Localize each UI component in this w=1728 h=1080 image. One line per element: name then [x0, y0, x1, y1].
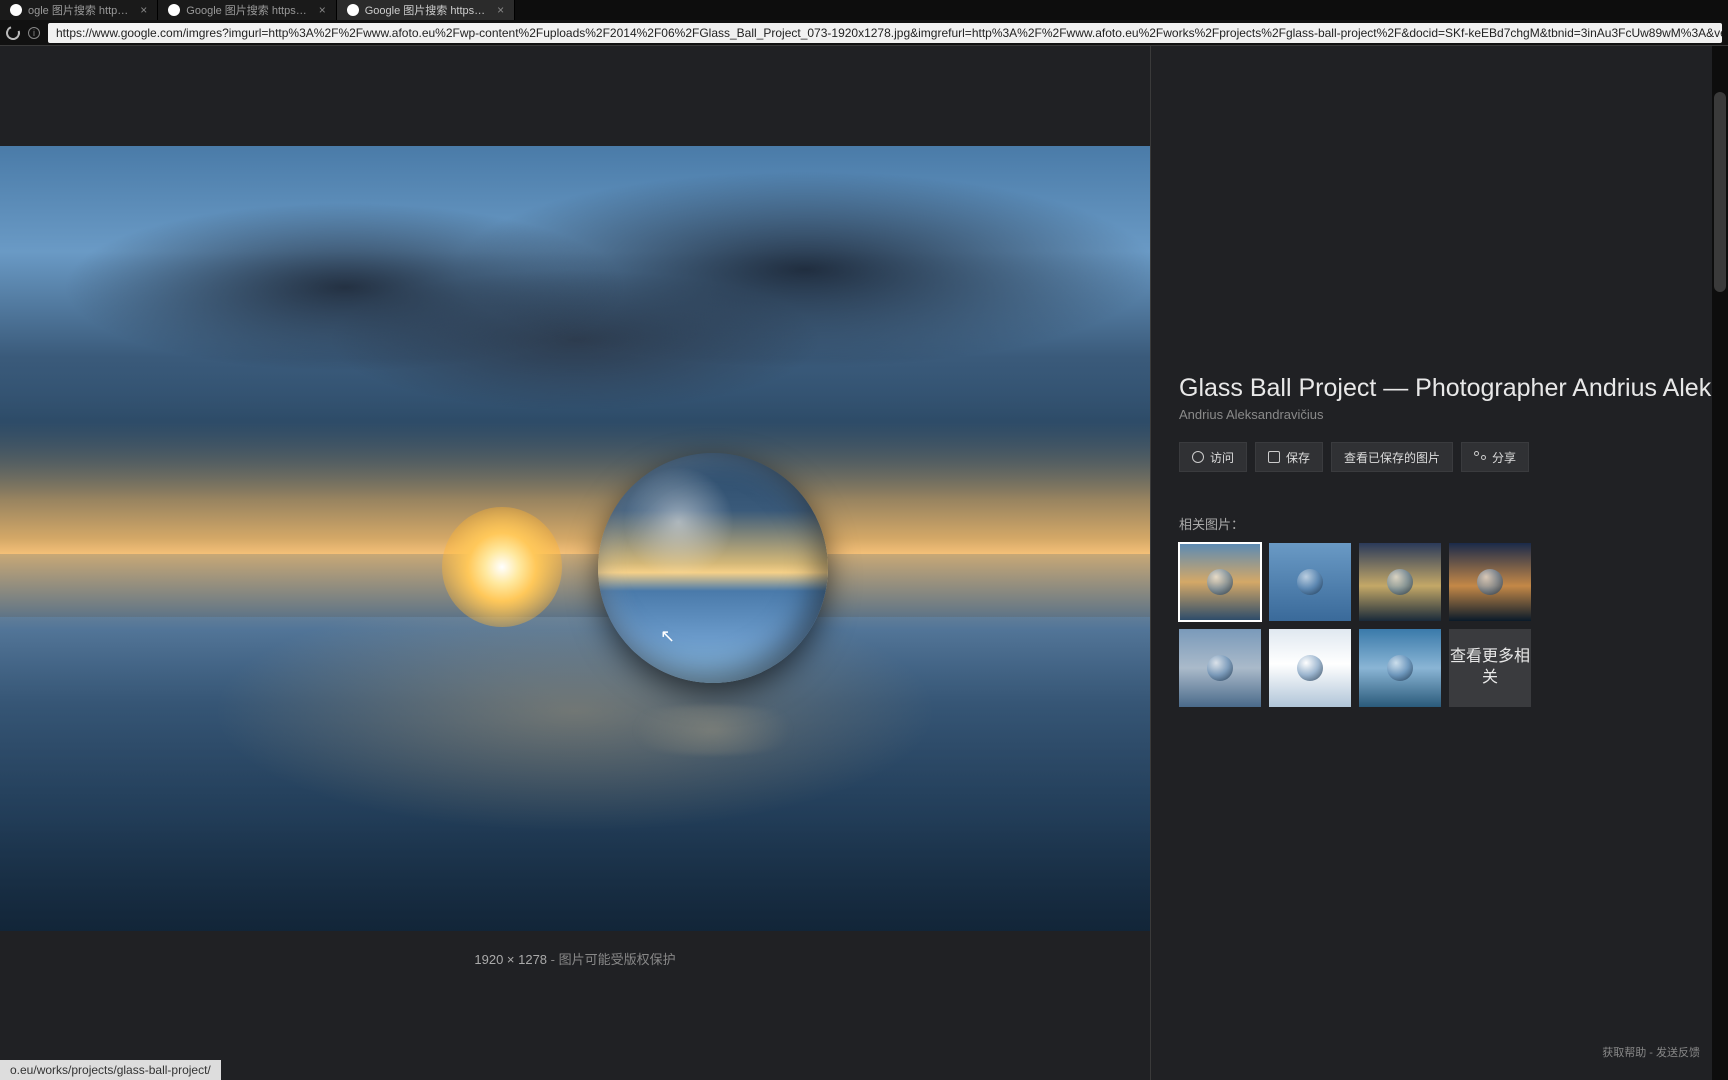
share-label: 分享	[1492, 449, 1516, 466]
close-icon[interactable]: ×	[140, 3, 147, 17]
image-detail-pane: Glass Ball Project — Photographer Andriu…	[1151, 46, 1728, 1080]
favicon-icon	[168, 4, 180, 16]
related-thumb[interactable]	[1179, 543, 1261, 621]
action-bar: 访问 保存 查看已保存的图片 分享	[1179, 442, 1728, 472]
view-more-related[interactable]: 查看更多相关	[1449, 629, 1531, 707]
browser-tab-active[interactable]: Google 图片搜索 https… ×	[337, 0, 515, 20]
tab-title: Google 图片搜索 https…	[186, 2, 306, 18]
view-saved-label: 查看已保存的图片	[1344, 449, 1440, 466]
share-icon	[1474, 451, 1486, 463]
image-caption: 1920 × 1278 - 图片可能受版权保护	[474, 949, 675, 968]
bookmark-icon	[1268, 451, 1280, 463]
favicon-icon	[10, 4, 22, 16]
browser-tab[interactable]: Google 图片搜索 https… ×	[158, 0, 336, 20]
feedback-link[interactable]: 发送反馈	[1656, 1047, 1700, 1059]
save-button[interactable]: 保存	[1255, 442, 1323, 472]
address-bar: i https://www.google.com/imgres?imgurl=h…	[0, 20, 1728, 46]
related-thumb[interactable]	[1179, 629, 1261, 707]
image-title: Glass Ball Project — Photographer Andriu…	[1179, 374, 1728, 403]
visit-label: 访问	[1210, 449, 1234, 466]
image-sun	[442, 507, 562, 627]
share-button[interactable]: 分享	[1461, 442, 1529, 472]
copyright-notice: 图片可能受版权保护	[559, 952, 676, 967]
view-saved-button[interactable]: 查看已保存的图片	[1331, 442, 1453, 472]
related-thumbnails: 查看更多相关	[1179, 543, 1728, 707]
globe-icon	[1192, 451, 1204, 463]
related-thumb[interactable]	[1359, 543, 1441, 621]
related-header: 相关图片：	[1179, 514, 1728, 533]
url-text: https://www.google.com/imgres?imgurl=htt…	[56, 26, 1722, 40]
favicon-icon	[347, 4, 359, 16]
visit-button[interactable]: 访问	[1179, 442, 1247, 472]
image-glass-ball	[598, 453, 828, 683]
page-content: ↖ 1920 × 1278 - 图片可能受版权保护 Glass Ball Pro…	[0, 46, 1728, 1080]
image-ball-reflection	[613, 705, 813, 755]
view-more-label: 查看更多相关	[1449, 647, 1531, 689]
related-thumb[interactable]	[1359, 629, 1441, 707]
status-text: o.eu/works/projects/glass-ball-project/	[10, 1063, 211, 1077]
browser-tab[interactable]: ogle 图片搜索 http… ×	[0, 0, 158, 20]
footer-links: 获取帮助 - 发送反馈	[1602, 1044, 1700, 1060]
site-info-icon[interactable]: i	[28, 27, 40, 39]
status-bar: o.eu/works/projects/glass-ball-project/	[0, 1060, 221, 1080]
url-input[interactable]: https://www.google.com/imgres?imgurl=htt…	[48, 23, 1722, 43]
image-source[interactable]: Andrius Aleksandravičius	[1179, 407, 1728, 422]
related-thumb[interactable]	[1449, 543, 1531, 621]
close-icon[interactable]: ×	[319, 3, 326, 17]
image-viewer-pane: ↖ 1920 × 1278 - 图片可能受版权保护	[0, 46, 1151, 1080]
image-reflection	[0, 617, 1150, 931]
main-image[interactable]: ↖	[0, 146, 1150, 931]
browser-tab-strip: ogle 图片搜索 http… × Google 图片搜索 https… × G…	[0, 0, 1728, 20]
tab-title: ogle 图片搜索 http…	[28, 2, 128, 18]
save-label: 保存	[1286, 449, 1310, 466]
close-icon[interactable]: ×	[497, 3, 504, 17]
scrollbar-thumb[interactable]	[1714, 92, 1726, 292]
image-sky	[0, 146, 1150, 499]
image-dimensions: 1920 × 1278	[474, 952, 547, 967]
related-thumb[interactable]	[1269, 543, 1351, 621]
tab-title: Google 图片搜索 https…	[365, 2, 485, 18]
help-link[interactable]: 获取帮助	[1602, 1047, 1646, 1059]
reload-icon[interactable]	[4, 23, 23, 42]
related-thumb[interactable]	[1269, 629, 1351, 707]
